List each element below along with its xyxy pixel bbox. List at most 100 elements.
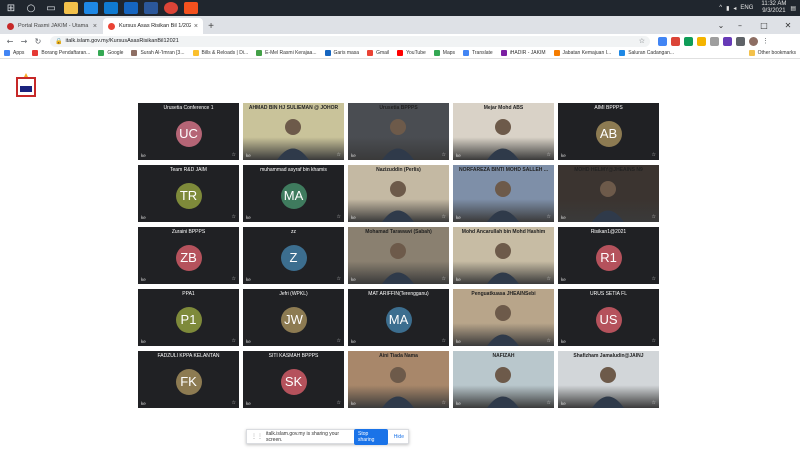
profile-avatar[interactable] [749,36,758,46]
bookmark-item[interactable]: YouTube [397,50,426,56]
extension-icon[interactable] [671,36,680,46]
reload-icon[interactable]: ↻ [32,35,44,47]
participant-tile[interactable]: muhammad asyraf bin khamis MA ke ☆ [243,165,344,222]
bookmark-item[interactable]: Maps [433,50,455,56]
pin-icon[interactable]: ☆ [232,400,236,406]
bookmark-item[interactable]: Apps [4,50,24,56]
outlook-icon[interactable] [124,2,138,14]
participant-tile[interactable]: Jefri (WPKL) JW ke ☆ [243,289,344,346]
tab-portal[interactable]: Portal Rasmi JAKIM - Utama × [2,18,102,34]
participant-tile[interactable]: Mohamad Tarawawi (Sabah) ke ☆ [348,227,449,284]
pin-icon[interactable]: ☆ [442,214,446,220]
extension-icon[interactable] [658,36,667,46]
pin-icon[interactable]: ☆ [547,214,551,220]
participant-tile[interactable]: Risikan1@2021 R1 ke ☆ [558,227,659,284]
extension-icon[interactable] [684,36,693,46]
participant-tile[interactable]: Penguatkuasa JHEAINSebi ke ☆ [453,289,554,346]
puzzle-icon[interactable] [736,36,745,46]
bookmark-item[interactable]: E-Mel Rasmi Kerajaa... [256,50,317,56]
bookmark-item[interactable]: Gmail [367,50,389,56]
chrome-icon[interactable] [164,2,178,14]
bookmark-item[interactable]: Borang Pendaftaran... [32,50,90,56]
participant-tile[interactable]: NAFIZAH ke ☆ [453,351,554,408]
language-indicator[interactable]: ENG [740,5,753,11]
participant-tile[interactable]: PPA1 P1 ke ☆ [138,289,239,346]
extension-icon[interactable] [723,36,732,46]
pin-icon[interactable]: ☆ [652,276,656,282]
pin-icon[interactable]: ☆ [337,276,341,282]
notification-icon[interactable]: ▤ [790,5,796,12]
pin-icon[interactable]: ☆ [547,400,551,406]
participant-tile[interactable]: SITI KASMAH BPPPS SK ke ☆ [243,351,344,408]
address-bar[interactable]: 🔒 italk.islam.gov.my/KursusAsasRisikanBi… [50,35,650,47]
pin-icon[interactable]: ☆ [337,338,341,344]
windows-start-icon[interactable]: ⊞ [4,1,18,15]
participant-tile[interactable]: MOHD HELMY@JHEAINS N9 ke ☆ [558,165,659,222]
pin-icon[interactable]: ☆ [442,400,446,406]
extension-icon[interactable] [697,36,706,46]
forward-icon[interactable]: → [18,35,30,47]
participant-tile[interactable]: Team R&D JAIM TR ke ☆ [138,165,239,222]
maximize-button[interactable]: □ [752,16,776,34]
participant-tile[interactable]: Aini Tiada Nama ke ☆ [348,351,449,408]
task-view-icon[interactable]: ▭ [44,1,58,15]
pin-icon[interactable]: ☆ [442,152,446,158]
participant-tile[interactable]: Nazizuddin (Perlis) ke ☆ [348,165,449,222]
participant-tile[interactable]: Zuraini BPPPS ZB ke ☆ [138,227,239,284]
pin-icon[interactable]: ☆ [337,152,341,158]
search-icon[interactable]: ○ [24,1,38,15]
pin-icon[interactable]: ☆ [652,400,656,406]
participant-tile[interactable]: NORFAREZA BINTI MOHD SALLEH ... ke ☆ [453,165,554,222]
network-icon[interactable]: ▮ [726,5,729,12]
lock-icon[interactable]: 🔒 [55,38,62,45]
extension-icon[interactable] [710,36,719,46]
stop-sharing-button[interactable]: Stop sharing [354,428,388,445]
word-icon[interactable] [144,2,158,14]
tab-kursus[interactable]: Kursus Asas Risikan Bil 1/2021 × [103,18,203,34]
participant-tile[interactable]: Urusetia BPPPS ke ☆ [348,103,449,160]
pin-icon[interactable]: ☆ [232,214,236,220]
pin-icon[interactable]: ☆ [442,338,446,344]
file-explorer-icon[interactable] [64,2,78,14]
pin-icon[interactable]: ☆ [652,214,656,220]
bookmark-item[interactable]: iHADIR - JAKIM [500,50,546,56]
new-tab-button[interactable]: + [204,18,218,34]
pin-icon[interactable]: ☆ [337,214,341,220]
participant-tile[interactable]: AIMI BPPPS AB ke ☆ [558,103,659,160]
close-window-button[interactable]: ✕ [776,16,800,34]
close-tab-icon[interactable]: × [194,23,198,30]
clock[interactable]: 11:32 AM 9/3/2021 [761,1,786,15]
bookmark-item[interactable]: Saluran Cadangan... [619,50,674,56]
pin-icon[interactable]: ☆ [547,152,551,158]
bookmark-item[interactable]: Google [98,50,123,56]
pin-icon[interactable]: ☆ [652,152,656,158]
pin-icon[interactable]: ☆ [232,338,236,344]
bookmark-item[interactable]: Garis masa [324,50,359,56]
bookmark-item[interactable]: Jabatan Kemajuan I... [553,50,611,56]
pin-icon[interactable]: ☆ [442,276,446,282]
back-icon[interactable]: ← [4,35,16,47]
bookmark-star-icon[interactable]: ☆ [639,37,645,45]
pin-icon[interactable]: ☆ [547,338,551,344]
pin-icon[interactable]: ☆ [232,276,236,282]
app-icon[interactable] [184,2,198,14]
pin-icon[interactable]: ☆ [232,152,236,158]
participant-tile[interactable]: AHMAD BIN HJ SULIEMAN @ JOHOR ke ☆ [243,103,344,160]
participant-tile[interactable]: FADZULI KPPA KELANTAN FK ke ☆ [138,351,239,408]
participant-tile[interactable]: zz Zke ☆ [243,227,344,284]
chevron-up-icon[interactable]: ^ [719,5,722,11]
drag-handle-icon[interactable]: ⋮⋮ [251,433,263,440]
participant-tile[interactable]: Mohd Ancarullah bin Mohd Hashim ke ☆ [453,227,554,284]
participant-tile[interactable]: Mejar Mohd ABS ke ☆ [453,103,554,160]
pin-icon[interactable]: ☆ [547,276,551,282]
edge-icon[interactable] [84,2,98,14]
close-tab-icon[interactable]: × [93,23,97,30]
participant-tile[interactable]: URUS SETIA FL US ke ☆ [558,289,659,346]
tab-search-icon[interactable]: ⌄ [714,16,728,34]
kebab-menu-icon[interactable]: ⋮ [762,37,769,46]
bookmark-item[interactable]: Bills & Reloads | Di... [192,50,248,56]
participant-tile[interactable]: Urusetia Conference 1 UC ke ☆ [138,103,239,160]
participant-tile[interactable]: Shafizham Jamaludin@JAINJ ke ☆ [558,351,659,408]
hide-button[interactable]: Hide [394,434,404,440]
participant-tile[interactable]: MAT ARIFFIN(Terengganu) MA ke ☆ [348,289,449,346]
